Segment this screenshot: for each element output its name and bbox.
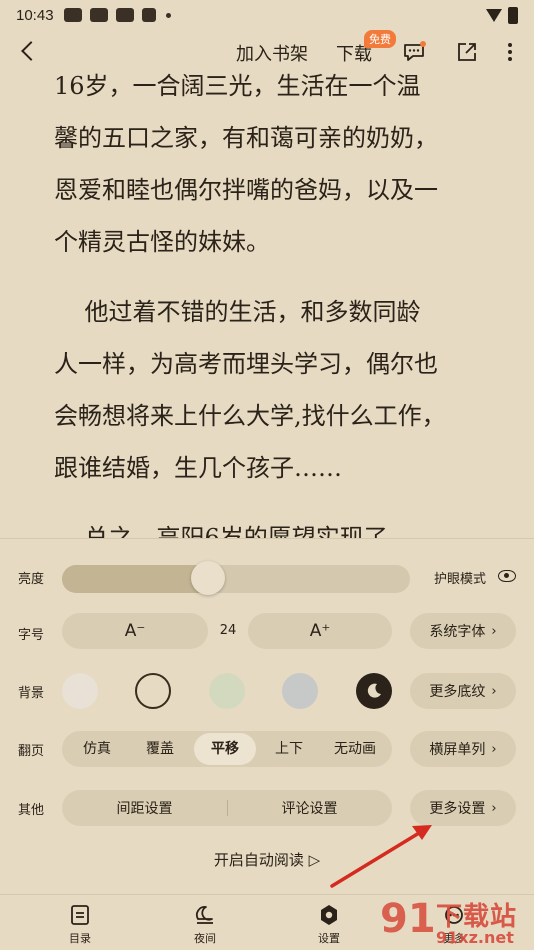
nav-settings-label: 设置 [318, 932, 340, 945]
chevron-right-icon: › [491, 623, 497, 639]
font-size-row: 字号 A⁻ 24 A⁺ 系统字体 › [0, 613, 534, 653]
chevron-right-icon: › [491, 741, 497, 757]
watermark-logo-number: 91 [380, 896, 436, 942]
nav-night[interactable]: 夜间 [175, 903, 235, 946]
page-turn-option-vertical[interactable]: 上下 [260, 731, 318, 767]
font-increase-button[interactable]: A⁺ [248, 613, 392, 649]
annotation-arrow [330, 825, 432, 888]
add-to-shelf-button[interactable]: 加入书架 [236, 40, 308, 66]
landscape-single-column-button[interactable]: 横屏单列 › [410, 731, 516, 767]
background-swatch-green[interactable] [209, 673, 245, 709]
wifi-icon [486, 8, 502, 22]
reader-top-bar: 加入书架 下载 免费 [0, 30, 534, 74]
nav-night-label: 夜间 [194, 932, 216, 945]
reader-paragraph: 馨的五口之家，有和蔼可亲的奶奶， 恩爱和睦也偶尔拌嘴的爸妈，以及一 个精灵古怪的… [54, 112, 494, 268]
system-font-label: 系统字体 [429, 624, 486, 640]
font-increase-icon: A⁺ [309, 621, 331, 641]
font-size-value: 24 [219, 623, 237, 638]
nav-toc-label: 目录 [69, 932, 91, 945]
other-row: 其他 间距设置 评论设置 更多设置 › [0, 788, 534, 828]
toc-icon [71, 905, 89, 925]
app-notification-icon [63, 8, 82, 22]
brightness-row: 亮度 护眼模式 [0, 557, 534, 597]
page-turn-option-simulation[interactable]: 仿真 [68, 731, 126, 767]
night-mode-icon [195, 906, 213, 924]
more-menu-icon[interactable] [498, 40, 522, 64]
watermark-site: 91xz.net [436, 928, 514, 947]
status-time: 10:43 [16, 6, 54, 24]
reader-paragraph: 他过着不错的生活，和多数同龄 人一样，为高考而埋头学习，偶尔也 会畅想将来上什么… [54, 286, 494, 494]
auto-read-button[interactable]: 开启自动阅读 ▷ [0, 849, 534, 870]
more-textures-label: 更多底纹 [429, 684, 486, 700]
eye-mode-label[interactable]: 护眼模式 [434, 568, 486, 587]
page-turn-mode-selector: 仿真 覆盖 平移 上下 无动画 [62, 731, 392, 767]
more-textures-button[interactable]: 更多底纹 › [410, 673, 516, 709]
weibo-icon [115, 8, 134, 22]
brightness-label: 亮度 [18, 572, 45, 587]
app-notification-icon [89, 8, 108, 22]
landscape-label: 横屏单列 [429, 742, 486, 758]
page-turn-option-slide[interactable]: 平移 [194, 733, 256, 765]
page-turn-option-cover[interactable]: 覆盖 [130, 731, 190, 767]
background-swatch-gray[interactable] [282, 673, 318, 709]
page-turn-option-none[interactable]: 无动画 [322, 731, 388, 767]
moon-icon [367, 683, 381, 698]
background-label: 背景 [18, 686, 45, 701]
chevron-right-icon: › [491, 800, 497, 816]
background-swatch-light[interactable] [62, 673, 98, 709]
brightness-slider[interactable] [62, 565, 410, 593]
chevron-right-icon: › [491, 683, 497, 699]
reader-line: 馨的五口之家，有和蔼可亲的奶奶， [54, 124, 438, 152]
font-decrease-button[interactable]: A⁻ [62, 613, 208, 649]
reader-line: 会畅想将来上什么大学,找什么工作， [54, 402, 446, 430]
site-watermark: 91 下载站 91xz.net [372, 890, 534, 950]
brightness-slider-fill [62, 565, 208, 593]
nav-toc[interactable]: 目录 [50, 903, 110, 946]
other-label: 其他 [18, 803, 45, 818]
status-bar: 10:43 [0, 0, 534, 30]
brightness-slider-handle[interactable] [191, 561, 225, 595]
spacing-settings-button[interactable]: 间距设置 [62, 798, 227, 818]
comment-icon[interactable] [402, 40, 426, 64]
a-notification-icon [141, 8, 156, 22]
back-button[interactable] [12, 34, 44, 68]
page-turn-row: 翻页 仿真 覆盖 平移 上下 无动画 横屏单列 › [0, 729, 534, 769]
reader-line: 个精灵古怪的妹妹。 [54, 228, 270, 256]
page-turn-label: 翻页 [18, 744, 45, 759]
system-font-button[interactable]: 系统字体 › [410, 613, 516, 649]
free-badge: 免费 [364, 30, 396, 48]
reader-content: 16岁，一合阔三光，生活在一个温 馨的五口之家，有和蔼可亲的奶奶， 恩爱和睦也偶… [54, 60, 494, 564]
background-swatch-dark[interactable] [356, 673, 392, 709]
nav-settings[interactable]: 设置 [299, 903, 359, 946]
reader-line: 跟谁结婚，生几个孩子…… [54, 454, 342, 482]
reader-line: 恩爱和睦也偶尔拌嘴的爸妈，以及一 [54, 176, 438, 204]
font-decrease-icon: A⁻ [124, 621, 146, 641]
settings-hexagon-icon [321, 905, 337, 925]
reader-line: 人一样，为高考而埋头学习，偶尔也 [54, 350, 438, 378]
more-notifications-icon [165, 12, 171, 18]
battery-icon [508, 6, 518, 24]
reader-line: 他过着不错的生活，和多数同龄 [54, 298, 421, 326]
share-icon[interactable] [455, 40, 479, 64]
background-row: 背景 更多底纹 › [0, 671, 534, 711]
eye-icon[interactable] [498, 570, 516, 582]
reader-settings-panel: 亮度 护眼模式 字号 A⁻ 24 A⁺ 系统字体 › 背景 更多底纹 › 翻页 … [0, 538, 534, 895]
font-size-label: 字号 [18, 628, 45, 643]
background-swatch-beige-selected[interactable] [135, 673, 171, 709]
